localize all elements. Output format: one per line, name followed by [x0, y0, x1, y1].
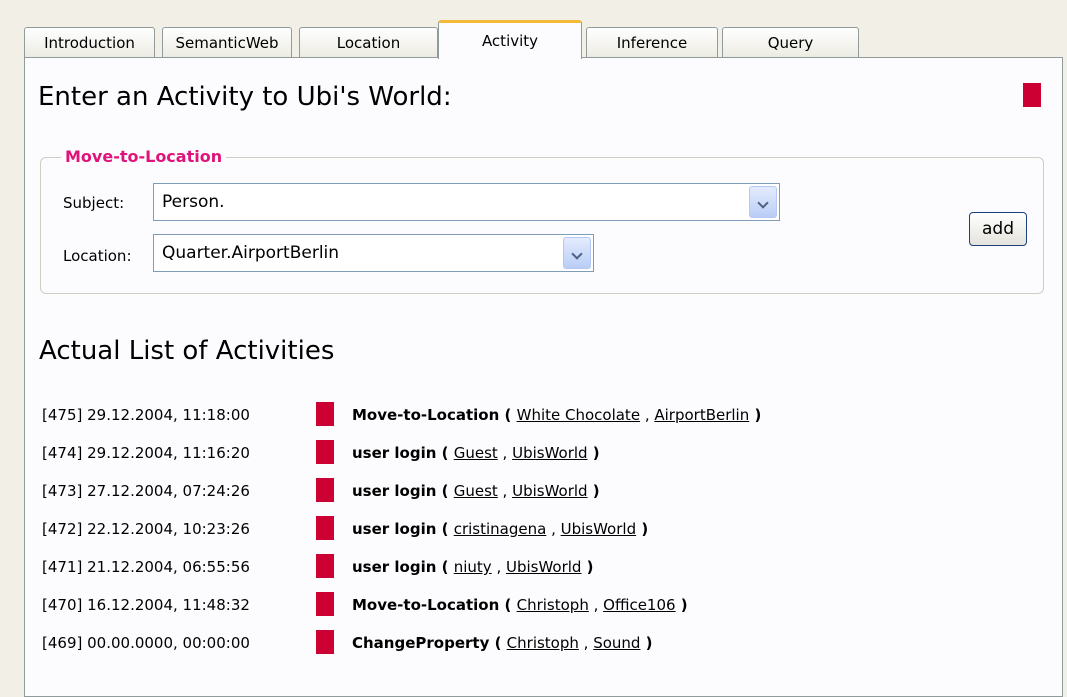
activity-panel: Enter an Activity to Ubi's World: Move-t… [24, 57, 1063, 697]
tab-activity[interactable]: Activity [438, 20, 582, 59]
activity-id: [469] [42, 634, 83, 652]
chevron-down-icon[interactable] [563, 237, 591, 269]
activity-type: user login [352, 520, 437, 538]
activity-object-link[interactable]: UbisWorld [512, 444, 587, 462]
paren-open: ( [499, 596, 517, 614]
activity-id: [474] [42, 444, 83, 462]
activity-subject-link[interactable]: Guest [454, 482, 498, 500]
activity-time: 22.12.2004, 10:23:26 [87, 520, 250, 538]
activity-type: Move-to-Location [352, 406, 500, 424]
activity-subject-link[interactable]: cristinagena [454, 520, 547, 538]
activity-timestamp: [470] 16.12.2004, 11:48:32 [42, 596, 250, 614]
activity-type: user login [352, 482, 437, 500]
activity-object-link[interactable]: AirportBerlin [654, 406, 749, 424]
paren-open: ( [436, 444, 454, 462]
activity-marker-icon [316, 630, 334, 654]
activity-description: Move-to-Location ( White Chocolate , Air… [352, 406, 761, 424]
paren-close: ) [587, 482, 600, 500]
activity-marker-icon [316, 440, 334, 464]
paren-close: ) [587, 444, 600, 462]
tab-query[interactable]: Query [722, 27, 859, 57]
activity-timestamp: [469] 00.00.0000, 00:00:00 [42, 634, 250, 652]
activity-description: Move-to-Location ( Christoph , Office106… [352, 596, 688, 614]
activity-timestamp: [471] 21.12.2004, 06:55:56 [42, 558, 250, 576]
activity-id: [473] [42, 482, 83, 500]
location-select-value: Quarter.AirportBerlin [162, 243, 340, 263]
subject-select[interactable]: Person. [153, 183, 780, 221]
activity-subject-link[interactable]: White Chocolate [517, 406, 640, 424]
arg-separator: , [640, 406, 655, 424]
paren-close: ) [581, 558, 594, 576]
tab-inference[interactable]: Inference [586, 27, 718, 57]
activity-marker-icon [316, 516, 334, 540]
activity-time: 29.12.2004, 11:16:20 [87, 444, 250, 462]
activity-type: user login [352, 558, 437, 576]
activity-id: [472] [42, 520, 83, 538]
activity-timestamp: [473] 27.12.2004, 07:24:26 [42, 482, 250, 500]
activity-marker-icon [316, 402, 334, 426]
add-button[interactable]: add [969, 212, 1027, 246]
activity-type: ChangeProperty [352, 634, 490, 652]
activity-timestamp: [474] 29.12.2004, 11:16:20 [42, 444, 250, 462]
activity-time: 27.12.2004, 07:24:26 [87, 482, 250, 500]
location-select[interactable]: Quarter.AirportBerlin [153, 234, 594, 272]
tab-location[interactable]: Location [299, 27, 438, 57]
activity-type: Move-to-Location [352, 596, 500, 614]
subject-select-value: Person. [162, 192, 225, 212]
activity-marker-icon [316, 592, 334, 616]
paren-close: ) [675, 596, 688, 614]
tab-semanticweb[interactable]: SemanticWeb [162, 27, 292, 57]
paren-close: ) [640, 634, 653, 652]
activity-subject-link[interactable]: Christoph [517, 596, 589, 614]
paren-open: ( [436, 558, 454, 576]
paren-open: ( [436, 520, 454, 538]
activity-description: user login ( Guest , UbisWorld ) [352, 444, 600, 462]
activity-description: ChangeProperty ( Christoph , Sound ) [352, 634, 653, 652]
activity-id: [470] [42, 596, 83, 614]
activity-object-link[interactable]: UbisWorld [506, 558, 581, 576]
activity-object-link[interactable]: Office106 [603, 596, 675, 614]
status-marker-icon [1023, 83, 1041, 107]
activity-subject-link[interactable]: Christoph [507, 634, 579, 652]
activity-time: 16.12.2004, 11:48:32 [87, 596, 250, 614]
paren-close: ) [636, 520, 649, 538]
tab-introduction[interactable]: Introduction [24, 27, 155, 57]
activity-marker-icon [316, 554, 334, 578]
activity-id: [475] [42, 406, 83, 424]
activity-id: [471] [42, 558, 83, 576]
arg-separator: , [578, 634, 594, 652]
activity-subject-link[interactable]: niuty [454, 558, 492, 576]
activities-heading: Actual List of Activities [39, 336, 335, 366]
activity-timestamp: [472] 22.12.2004, 10:23:26 [42, 520, 250, 538]
arg-separator: , [497, 482, 513, 500]
move-to-location-form: Move-to-Location Subject: Person. Locati… [40, 147, 1044, 294]
paren-open: ( [489, 634, 507, 652]
activity-time: 21.12.2004, 06:55:56 [87, 558, 250, 576]
arg-separator: , [497, 444, 513, 462]
chevron-down-icon[interactable] [749, 186, 777, 218]
paren-open: ( [499, 406, 517, 424]
activity-time: 29.12.2004, 11:18:00 [87, 406, 250, 424]
paren-close: ) [749, 406, 762, 424]
activity-subject-link[interactable]: Guest [454, 444, 498, 462]
tab-bar: Introduction SemanticWeb Location Activi… [24, 20, 1067, 59]
activity-object-link[interactable]: UbisWorld [512, 482, 587, 500]
activity-description: user login ( niuty , UbisWorld ) [352, 558, 594, 576]
activity-type: user login [352, 444, 437, 462]
activity-object-link[interactable]: Sound [593, 634, 640, 652]
arg-separator: , [588, 596, 604, 614]
form-legend: Move-to-Location [61, 147, 227, 166]
subject-label: Subject: [63, 194, 125, 212]
activity-description: user login ( cristinagena , UbisWorld ) [352, 520, 648, 538]
activity-description: user login ( Guest , UbisWorld ) [352, 482, 600, 500]
paren-open: ( [436, 482, 454, 500]
page-title: Enter an Activity to Ubi's World: [38, 82, 452, 112]
activity-timestamp: [475] 29.12.2004, 11:18:00 [42, 406, 250, 424]
arg-separator: , [546, 520, 561, 538]
activity-object-link[interactable]: UbisWorld [561, 520, 636, 538]
arg-separator: , [491, 558, 506, 576]
activity-marker-icon [316, 478, 334, 502]
location-label: Location: [63, 247, 132, 265]
activity-time: 00.00.0000, 00:00:00 [87, 634, 250, 652]
